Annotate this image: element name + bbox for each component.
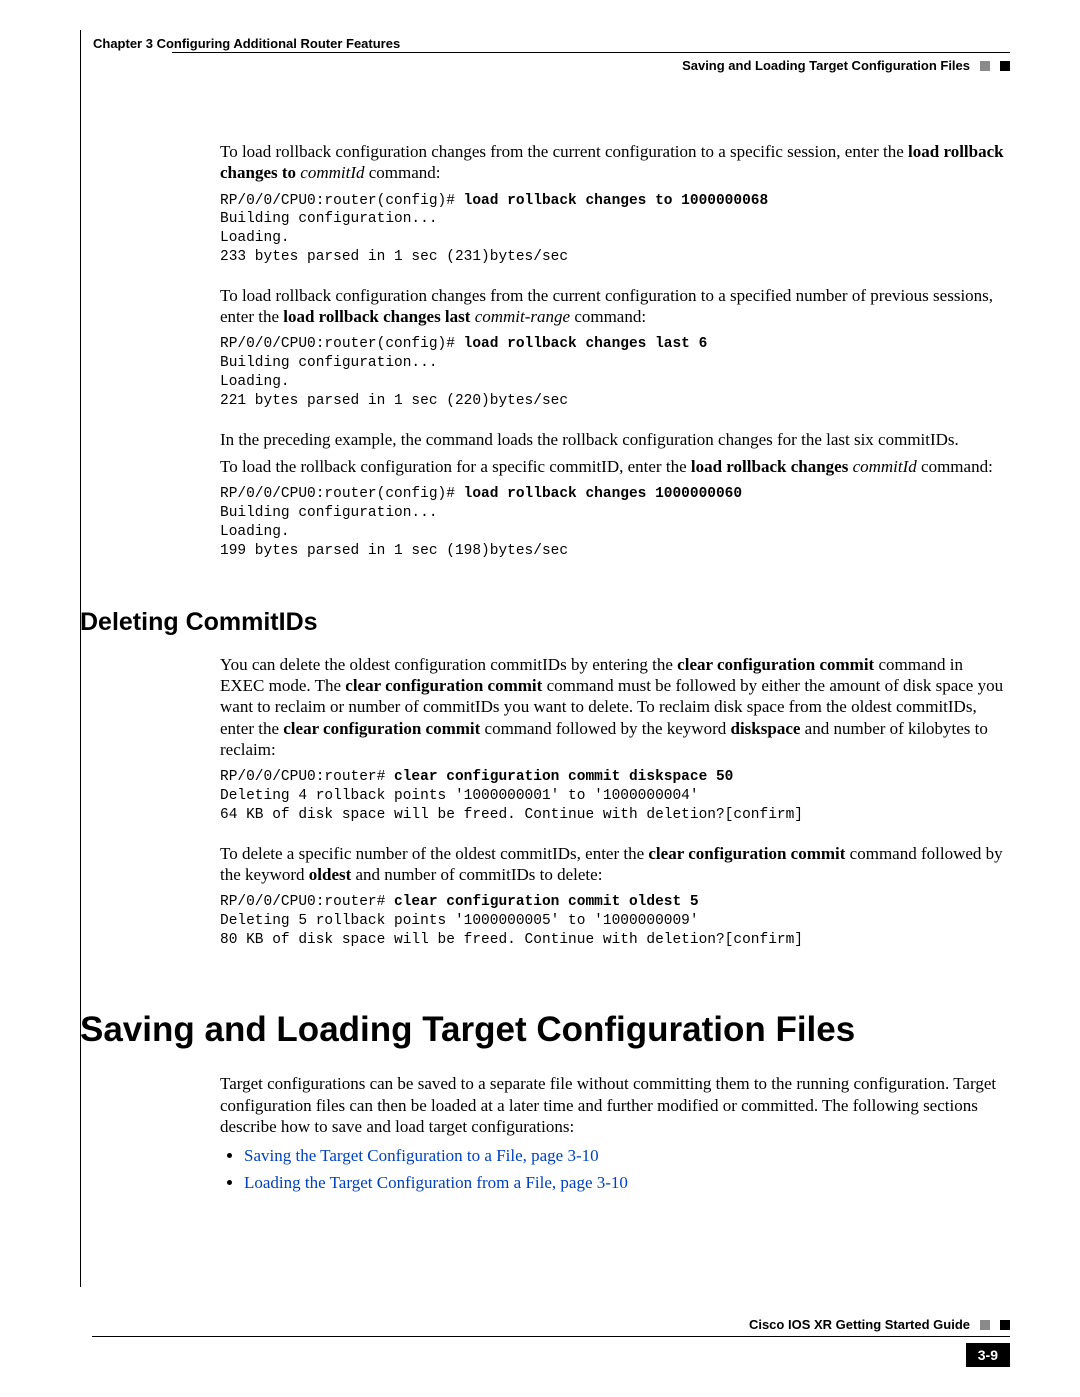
cmd-arg: commitId <box>300 163 364 182</box>
code-block-5: RP/0/0/CPU0:router# clear configuration … <box>220 893 1010 950</box>
para-delete-intro: You can delete the oldest configuration … <box>220 654 1010 760</box>
heading-deleting-commitids: Deleting CommitIDs <box>80 607 1010 638</box>
output: Building configuration... Loading. 233 b… <box>220 211 568 265</box>
header-rule <box>172 52 1010 53</box>
cmd-arg: commit-range <box>475 307 570 326</box>
decor-square-grey-icon <box>980 1320 990 1330</box>
cmd-bold: clear configuration commit <box>283 719 480 738</box>
text: You can delete the oldest configuration … <box>220 655 677 674</box>
output: Building configuration... Loading. 199 b… <box>220 505 568 559</box>
para-example-note: In the preceding example, the command lo… <box>220 429 1010 450</box>
prompt: RP/0/0/CPU0:router(config)# <box>220 486 464 502</box>
footer-guide-title: Cisco IOS XR Getting Started Guide <box>749 1317 970 1332</box>
cmd: clear configuration commit oldest 5 <box>394 894 699 910</box>
para-save-load-intro: Target configurations can be saved to a … <box>220 1073 1010 1137</box>
footer-rule <box>92 1336 1010 1337</box>
code-block-1: RP/0/0/CPU0:router(config)# load rollbac… <box>220 192 1010 267</box>
cmd-bold: clear configuration commit <box>345 676 542 695</box>
prompt: RP/0/0/CPU0:router(config)# <box>220 193 464 209</box>
text: command: <box>365 163 441 182</box>
page-number: 3-9 <box>966 1343 1010 1367</box>
cmd-bold: clear configuration commit <box>648 844 845 863</box>
text: command followed by the keyword <box>480 719 730 738</box>
header-chapter: Chapter 3 Configuring Additional Router … <box>93 36 400 51</box>
cmd: load rollback changes to 1000000068 <box>464 193 769 209</box>
decor-square-grey-icon <box>980 61 990 71</box>
page-content: To load rollback configuration changes f… <box>220 75 1010 1194</box>
heading-saving-loading: Saving and Loading Target Configuration … <box>80 1008 1010 1052</box>
cmd-bold: load rollback changes last <box>283 307 470 326</box>
cmd: load rollback changes last 6 <box>464 336 708 352</box>
list-item: Loading the Target Configuration from a … <box>244 1172 1010 1193</box>
text: To load the rollback configuration for a… <box>220 457 691 476</box>
link-load-target[interactable]: Loading the Target Configuration from a … <box>244 1173 628 1192</box>
decor-square-black-icon <box>1000 61 1010 71</box>
header-section: Saving and Loading Target Configuration … <box>682 58 970 73</box>
output: Deleting 4 rollback points '1000000001' … <box>220 788 803 823</box>
para-load-commitid: To load the rollback configuration for a… <box>220 456 1010 477</box>
cmd-bold: load rollback changes <box>691 457 848 476</box>
list-item: Saving the Target Configuration to a Fil… <box>244 1145 1010 1166</box>
code-block-3: RP/0/0/CPU0:router(config)# load rollbac… <box>220 485 1010 560</box>
page-header: Chapter 3 Configuring Additional Router … <box>80 30 1010 75</box>
keyword: oldest <box>309 865 352 884</box>
code-block-4: RP/0/0/CPU0:router# clear configuration … <box>220 768 1010 825</box>
page-footer: Cisco IOS XR Getting Started Guide 3-9 <box>80 1333 1010 1337</box>
prompt: RP/0/0/CPU0:router# <box>220 769 394 785</box>
xref-list: Saving the Target Configuration to a Fil… <box>220 1145 1010 1194</box>
prompt: RP/0/0/CPU0:router# <box>220 894 394 910</box>
para-load-last: To load rollback configuration changes f… <box>220 285 1010 328</box>
text: To delete a specific number of the oldes… <box>220 844 648 863</box>
output: Deleting 5 rollback points '1000000005' … <box>220 913 803 948</box>
keyword: diskspace <box>731 719 801 738</box>
para-delete-oldest: To delete a specific number of the oldes… <box>220 843 1010 886</box>
cmd-arg: commitId <box>853 457 917 476</box>
output: Building configuration... Loading. 221 b… <box>220 355 568 409</box>
cmd: load rollback changes 1000000060 <box>464 486 742 502</box>
cmd: clear configuration commit diskspace 50 <box>394 769 733 785</box>
text: and number of commitIDs to delete: <box>351 865 602 884</box>
code-block-2: RP/0/0/CPU0:router(config)# load rollbac… <box>220 335 1010 410</box>
text: command: <box>570 307 646 326</box>
cmd-bold: clear configuration commit <box>677 655 874 674</box>
para-load-to: To load rollback configuration changes f… <box>220 141 1010 184</box>
vertical-rule <box>80 30 81 1287</box>
decor-square-black-icon <box>1000 1320 1010 1330</box>
prompt: RP/0/0/CPU0:router(config)# <box>220 336 464 352</box>
text: To load rollback configuration changes f… <box>220 142 908 161</box>
link-save-target[interactable]: Saving the Target Configuration to a Fil… <box>244 1146 599 1165</box>
text: command: <box>917 457 993 476</box>
